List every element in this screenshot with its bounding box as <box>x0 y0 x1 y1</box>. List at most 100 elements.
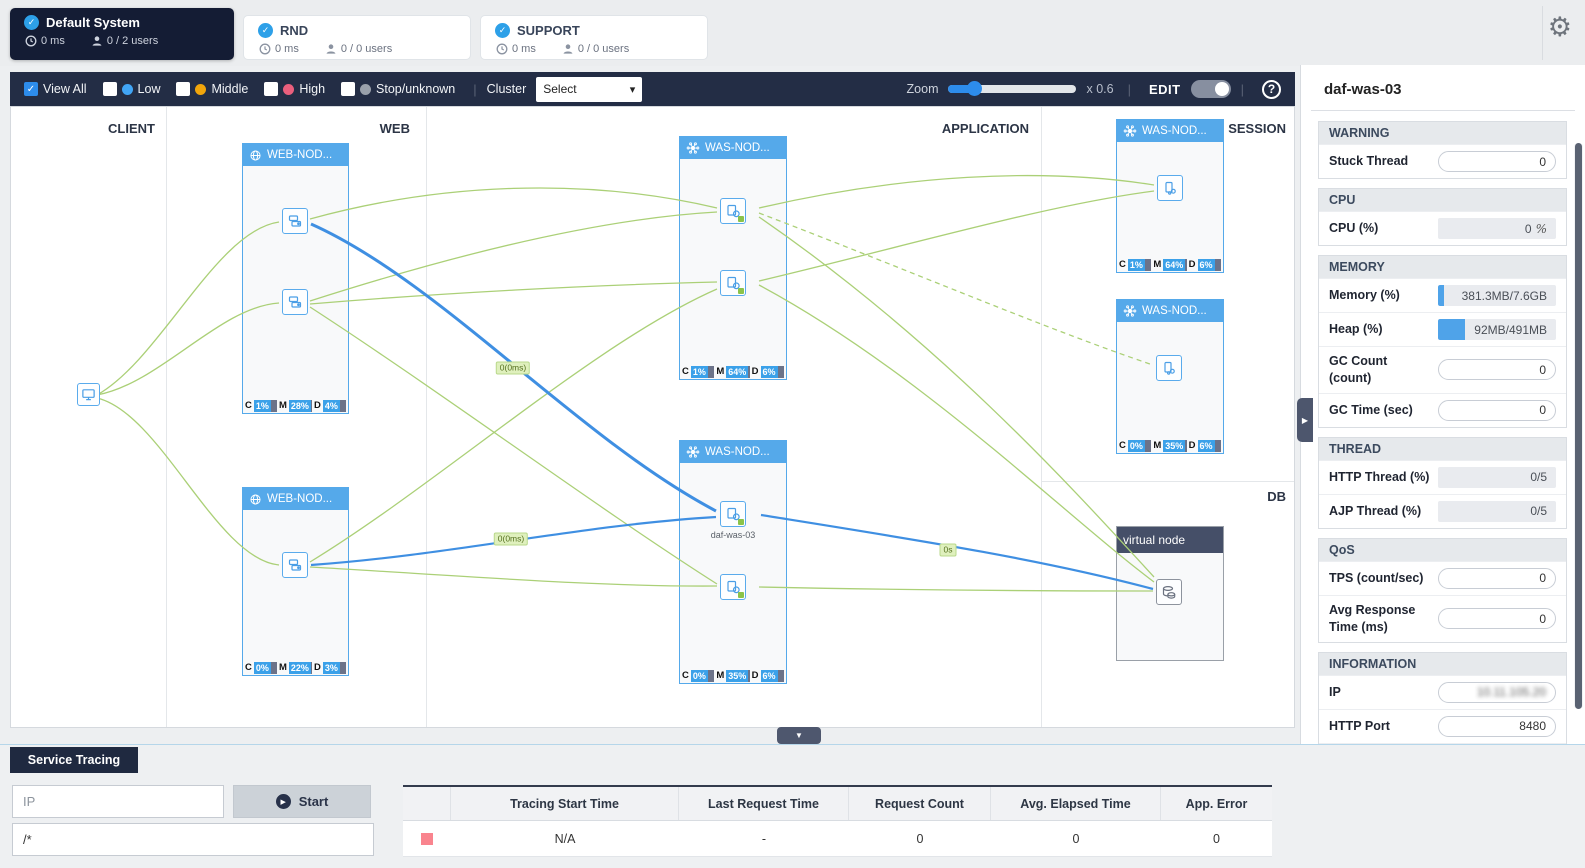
tps-value: 0 <box>1438 567 1556 589</box>
stop-checkbox[interactable] <box>341 82 356 96</box>
low-status-dot-icon <box>121 83 133 95</box>
toolbar-divider: | <box>1127 81 1131 97</box>
column-label-session: SESSION <box>1228 121 1286 136</box>
system-check-icon: ✓ <box>258 23 273 38</box>
detail-scrollbar-thumb[interactable] <box>1575 143 1582 709</box>
edge-latency-label: 0(0ms) <box>495 361 531 375</box>
database-node-icon[interactable] <box>1156 579 1182 605</box>
edit-toggle[interactable] <box>1190 80 1231 98</box>
system-latency: 0 ms <box>25 35 65 47</box>
node-box-web-1[interactable]: WEB-NOD... C 1% M 28% D 4% <box>242 143 349 414</box>
clock-icon <box>25 35 37 47</box>
status-dot-icon <box>738 288 744 294</box>
column-label-web: WEB <box>379 121 410 136</box>
table-row[interactable]: N/A - 0 0 0 <box>403 821 1272 857</box>
section-header: INFORMATION <box>1319 652 1566 675</box>
web-server-node-icon[interactable] <box>282 552 308 578</box>
tab-service-tracing[interactable]: Service Tracing <box>10 747 138 773</box>
node-box-title: WAS-NOD... <box>705 446 770 458</box>
http-thread-gauge: 0/5 <box>1438 466 1556 488</box>
metric-label: Heap (%) <box>1329 322 1383 337</box>
section-information: INFORMATION IP 10.11.105.20 HTTP Port 84… <box>1318 651 1567 744</box>
node-box-web-2[interactable]: WEB-NOD... C 0% M 22% D 3% <box>242 487 349 676</box>
view-all-checkbox[interactable]: ✓ <box>24 82 38 96</box>
column-divider <box>1041 107 1042 727</box>
edit-label: EDIT <box>1148 81 1181 97</box>
header-request-count: Request Count <box>849 787 991 820</box>
node-box-title: WAS-NOD... <box>1142 125 1207 137</box>
metric-label: HTTP Port <box>1329 718 1390 733</box>
cell-last-request: - <box>761 831 767 846</box>
metric-label: Memory (%) <box>1329 288 1400 303</box>
zoom-slider-thumb[interactable] <box>967 81 983 96</box>
stop-status-dot-icon <box>360 83 372 95</box>
cell-tracing-start: N/A <box>554 831 576 846</box>
session-node-icon[interactable] <box>1156 355 1182 381</box>
edge-latency-label: 0(0ms) <box>493 532 529 546</box>
section-qos: QoS TPS (count/sec) 0 Avg Response Time … <box>1318 537 1567 643</box>
metric-label: Avg Response Time (ms) <box>1329 602 1416 634</box>
web-server-node-icon[interactable] <box>282 289 308 315</box>
header-swatch-column <box>403 787 451 820</box>
metric-label: CPU (%) <box>1329 221 1379 236</box>
column-divider <box>426 107 427 727</box>
toolbar-divider: | <box>473 81 477 97</box>
was-app-node-icon-daf-was-03[interactable]: daf-was-03 <box>711 501 755 540</box>
panel-collapse-arrow-icon[interactable]: ▶ <box>1297 398 1313 442</box>
http-port-value: 8480 <box>1438 715 1556 737</box>
tracing-ip-input[interactable] <box>12 785 224 818</box>
client-node-icon[interactable] <box>77 383 100 406</box>
column-label-db: DB <box>1267 489 1286 504</box>
toolbar-divider: | <box>1240 81 1244 97</box>
filter-stop[interactable]: Stop/unknown <box>341 82 455 96</box>
topology-canvas[interactable]: CLIENT WEB APPLICATION SESSION DB WEB-NO… <box>10 106 1295 728</box>
was-molecule-icon <box>1123 305 1137 317</box>
system-card-default[interactable]: ✓ Default System 0 ms 0 / 2 users <box>10 8 234 60</box>
gc-count-value: 0 <box>1438 359 1556 381</box>
gc-time-value: 0 <box>1438 399 1556 421</box>
node-box-stats: C 1% M 64% D 6% <box>680 364 786 379</box>
node-detail-panel: daf-was-03 WARNING Stuck Thread 0 CPU CP… <box>1300 65 1585 744</box>
session-db-divider <box>1041 481 1294 482</box>
help-icon[interactable]: ? <box>1262 79 1281 99</box>
node-box-stats: C 1% M 28% D 4% <box>243 398 348 413</box>
was-app-node-icon[interactable] <box>720 574 746 600</box>
avg-response-value: 0 <box>1438 608 1556 630</box>
settings-gear-icon[interactable]: ⚙ <box>1548 14 1572 41</box>
filter-view-all[interactable]: ✓ View All <box>24 82 87 96</box>
detail-scrollbar[interactable] <box>1574 143 1583 709</box>
low-checkbox[interactable] <box>102 82 117 96</box>
system-latency: 0 ms <box>496 43 536 55</box>
node-box-was-1[interactable]: WAS-NOD... C 1% M 64% D 6% <box>679 136 787 380</box>
ip-value: 10.11.105.20 <box>1438 681 1556 703</box>
node-box-title: WAS-NOD... <box>705 142 770 154</box>
was-app-node-icon[interactable] <box>720 270 746 296</box>
middle-status-dot-icon <box>195 83 207 95</box>
web-server-node-icon[interactable] <box>282 208 308 234</box>
cluster-select[interactable]: Select ▾ <box>536 76 643 102</box>
node-box-title: WEB-NOD... <box>267 493 333 505</box>
session-node-icon[interactable] <box>1157 175 1183 201</box>
user-icon <box>563 44 573 54</box>
topology-collapse-button[interactable]: ▼ <box>777 727 821 744</box>
tracing-start-button[interactable]: ▶ Start <box>233 785 371 818</box>
edge-latency-label: 0s <box>939 543 957 557</box>
system-card-support[interactable]: ✓ SUPPORT 0 ms 0 / 0 users <box>480 15 708 60</box>
high-checkbox[interactable] <box>264 82 279 96</box>
filter-low[interactable]: Low <box>102 82 160 96</box>
system-name: SUPPORT <box>517 23 580 38</box>
user-icon <box>92 36 102 46</box>
was-app-node-icon[interactable] <box>720 198 746 224</box>
tracing-url-input[interactable] <box>12 823 374 856</box>
header-tracing-start: Tracing Start Time <box>451 787 679 820</box>
node-box-was-2[interactable]: WAS-NOD... C 0% M 35% D 6% <box>679 440 787 684</box>
middle-checkbox[interactable] <box>176 82 191 96</box>
filter-high[interactable]: High <box>264 82 325 96</box>
system-latency: 0 ms <box>259 43 299 55</box>
zoom-slider[interactable] <box>948 81 1077 96</box>
section-header: CPU <box>1319 189 1566 211</box>
chevron-down-icon: ▾ <box>629 83 636 96</box>
filter-middle[interactable]: Middle <box>176 82 248 96</box>
system-card-rnd[interactable]: ✓ RND 0 ms 0 / 0 users <box>243 15 471 60</box>
system-check-icon: ✓ <box>495 23 510 38</box>
